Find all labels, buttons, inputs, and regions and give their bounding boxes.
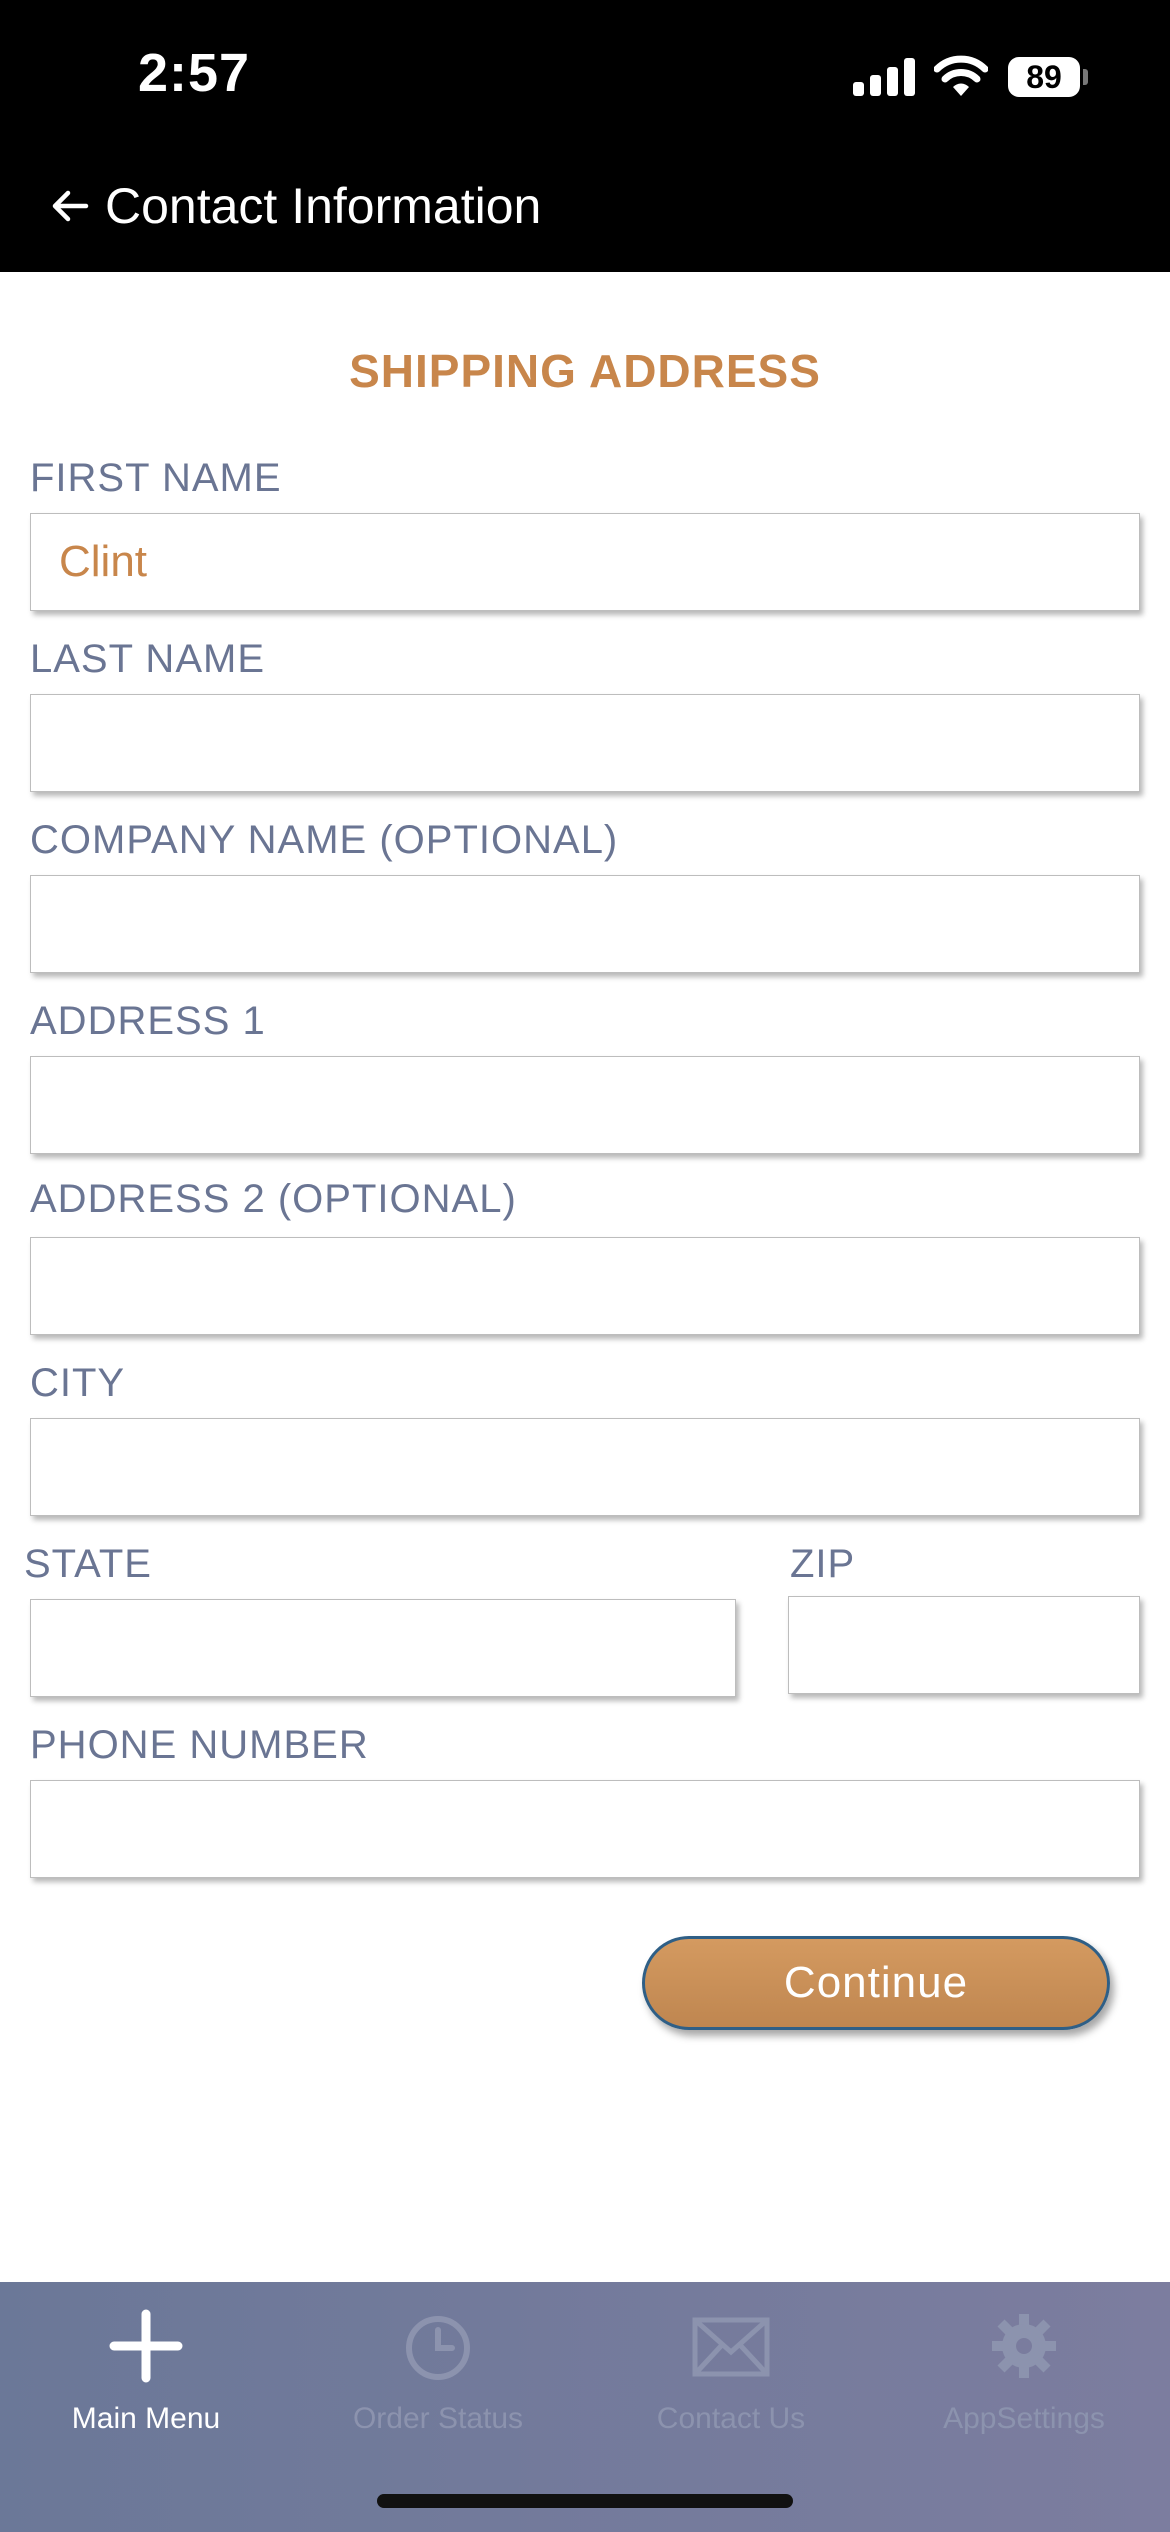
zip-input[interactable] bbox=[788, 1596, 1140, 1694]
wifi-icon bbox=[934, 55, 988, 96]
tab-label: Order Status bbox=[352, 2402, 524, 2435]
phone-number-input[interactable] bbox=[30, 1780, 1140, 1878]
continue-button[interactable]: Continue bbox=[642, 1936, 1110, 2030]
gear-icon bbox=[992, 2314, 1056, 2378]
tab-main-menu[interactable]: Main Menu bbox=[0, 2282, 292, 2532]
home-indicator bbox=[377, 2494, 793, 2508]
tab-label: Main Menu bbox=[71, 2402, 221, 2435]
state-input[interactable] bbox=[30, 1599, 736, 1697]
tab-label: Contact Us bbox=[656, 2402, 806, 2435]
plus-icon bbox=[109, 2309, 183, 2383]
first-name-label: FIRST NAME bbox=[30, 456, 282, 500]
address2-label: ADDRESS 2 (OPTIONAL) bbox=[30, 1177, 517, 1221]
last-name-input[interactable] bbox=[30, 694, 1140, 792]
battery-icon: 89 bbox=[1008, 57, 1088, 97]
address1-input[interactable] bbox=[30, 1056, 1140, 1154]
city-label: CITY bbox=[30, 1361, 126, 1405]
section-title: SHIPPING ADDRESS bbox=[349, 345, 821, 397]
first-name-input[interactable]: Clint bbox=[30, 513, 1140, 611]
state-label: STATE bbox=[24, 1542, 152, 1586]
envelope-icon bbox=[692, 2317, 770, 2377]
address1-label: ADDRESS 1 bbox=[30, 999, 266, 1043]
city-input[interactable] bbox=[30, 1418, 1140, 1516]
last-name-label: LAST NAME bbox=[30, 637, 265, 681]
page-title: Contact Information bbox=[105, 178, 542, 234]
company-name-label: COMPANY NAME (OPTIONAL) bbox=[30, 818, 619, 862]
company-name-input[interactable] bbox=[30, 875, 1140, 973]
phone-number-label: PHONE NUMBER bbox=[30, 1723, 369, 1767]
clock-icon bbox=[406, 2316, 470, 2380]
back-arrow-icon[interactable] bbox=[48, 184, 92, 228]
battery-level: 89 bbox=[1008, 57, 1080, 97]
cellular-signal-icon bbox=[853, 58, 915, 96]
tab-label: AppSettings bbox=[943, 2402, 1105, 2435]
zip-label: ZIP bbox=[790, 1542, 856, 1586]
tab-app-settings[interactable]: AppSettings bbox=[878, 2282, 1170, 2532]
address2-input[interactable] bbox=[30, 1237, 1140, 1335]
status-time: 2:57 bbox=[138, 43, 251, 103]
top-bar: 2:57 89 Contact Information bbox=[0, 0, 1170, 272]
